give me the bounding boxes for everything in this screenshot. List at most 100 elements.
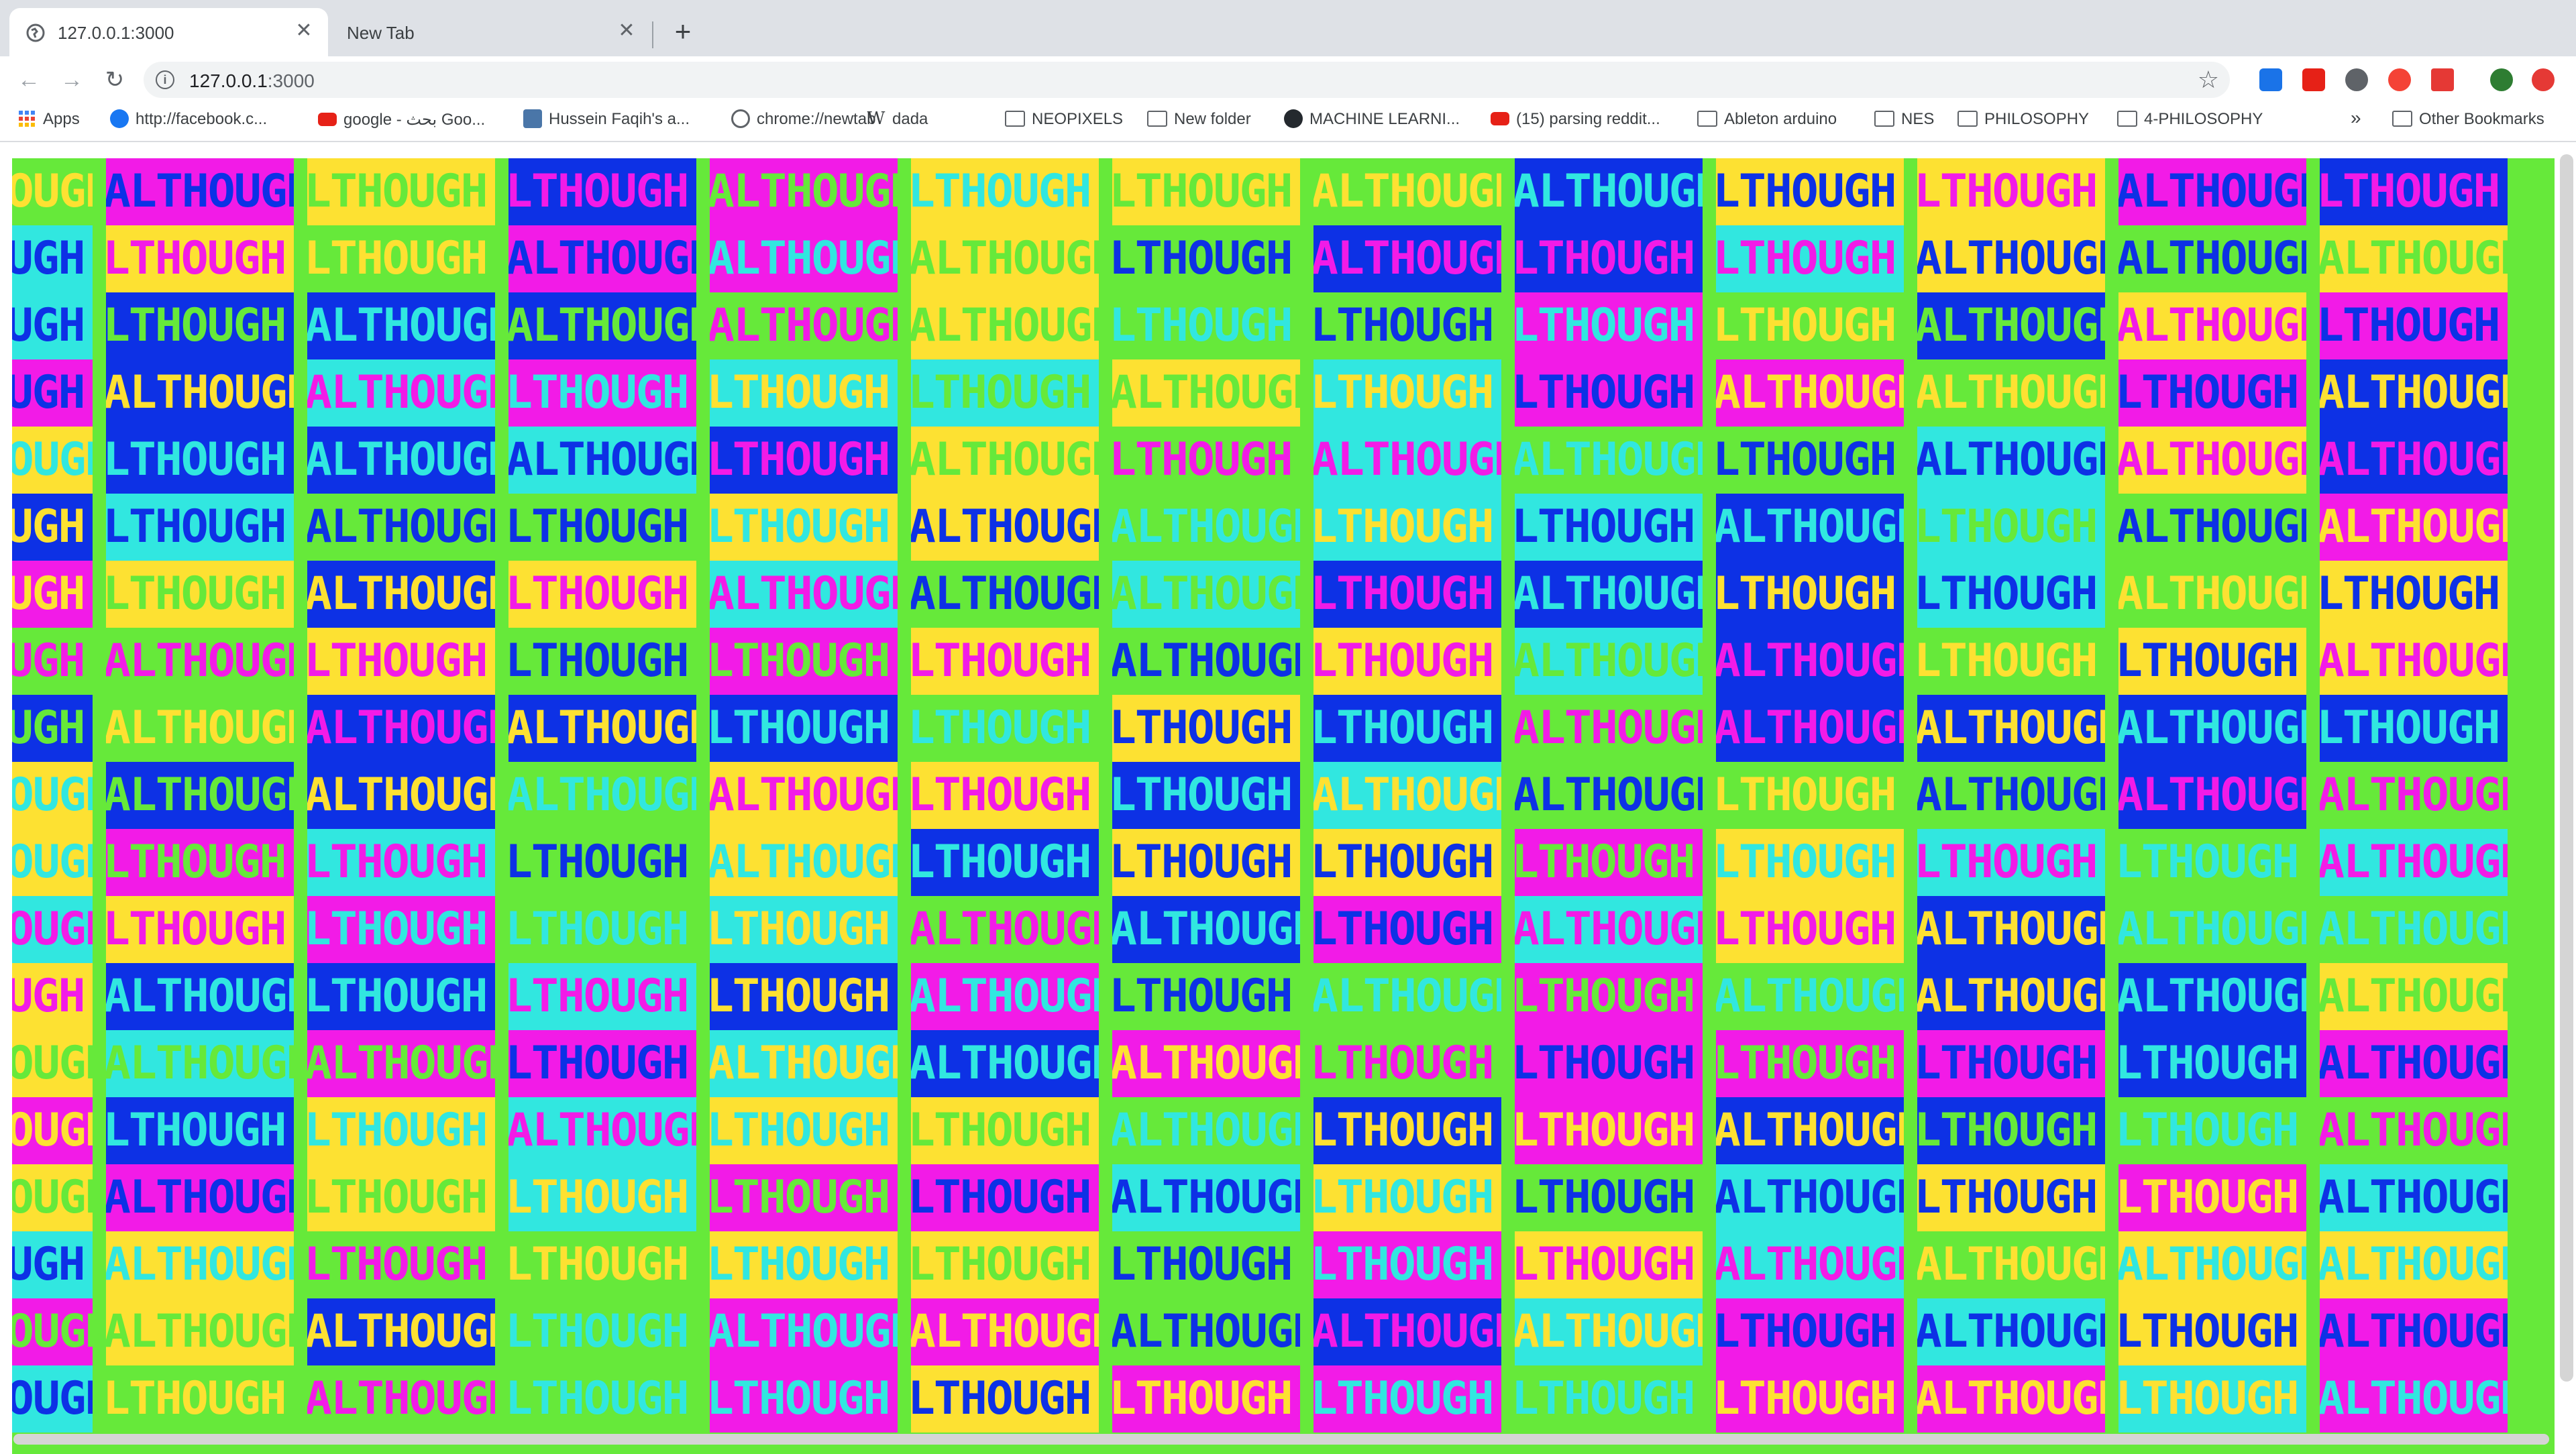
- bookmark-parsing-reddit[interactable]: (15) parsing reddit...: [1491, 110, 1660, 134]
- art-cell: ALTHOUGH: [1917, 695, 2105, 762]
- art-cell: ALTHOUGH: [1716, 896, 1904, 963]
- bookmark-machine-learning[interactable]: MACHINE LEARNI...: [1284, 109, 1460, 134]
- art-cell: ALTHOUGH: [307, 225, 495, 292]
- bookmark-neopixels[interactable]: NEOPIXELS: [1005, 110, 1123, 134]
- art-cell: ALTHOUGH: [1515, 1231, 1703, 1298]
- back-button[interactable]: ←: [13, 64, 44, 95]
- horizontal-scrollbar[interactable]: [13, 1434, 2549, 1445]
- art-cell: ALTHOUGH: [2118, 1097, 2306, 1164]
- art-cell: ALTHOUGH: [12, 359, 93, 427]
- url-text[interactable]: 127.0.0.1:3000: [189, 70, 315, 92]
- folder-icon: [2117, 110, 2137, 127]
- art-cell: ALTHOUGH: [1716, 359, 1904, 427]
- folder-icon: [2392, 110, 2412, 127]
- bookmark-star-icon[interactable]: ☆: [2198, 66, 2219, 94]
- tab-separator: [652, 21, 653, 48]
- extension-red-icon[interactable]: [2431, 68, 2454, 91]
- althrough-word: ALTHOUGH: [12, 634, 86, 687]
- althrough-word: ALTHOUGH: [12, 1372, 93, 1425]
- extension-stop-icon[interactable]: [2532, 68, 2555, 91]
- althrough-word: ALTHOUGH: [508, 970, 690, 1023]
- site-info-icon[interactable]: i: [156, 70, 174, 89]
- art-cell: ALTHOUGH: [106, 1030, 294, 1097]
- althrough-word: ALTHOUGH: [1716, 1104, 1904, 1157]
- art-cell: ALTHOUGH: [1112, 829, 1300, 896]
- bookmark-google[interactable]: google - بحث Goo...: [318, 110, 485, 134]
- althrough-word: ALTHOUGH: [1515, 1372, 1696, 1425]
- art-cell: ALTHOUGH: [1112, 494, 1300, 561]
- althrough-word: ALTHOUGH: [307, 634, 488, 687]
- althrough-word: ALTHOUGH: [2320, 970, 2508, 1023]
- other-bookmarks[interactable]: Other Bookmarks: [2392, 110, 2544, 134]
- art-cell: ALTHOUGH: [1313, 695, 1501, 762]
- art-cell: ALTHOUGH: [2118, 1298, 2306, 1365]
- art-cell: ALTHOUGH: [2320, 494, 2508, 561]
- althrough-word: ALTHOUGH: [2320, 634, 2508, 687]
- bookmark-philosophy[interactable]: PHILOSOPHY: [1957, 110, 2089, 134]
- tab-active[interactable]: 127.0.0.1:3000 ✕: [9, 8, 328, 56]
- art-cell: ALTHOUGH: [106, 1231, 294, 1298]
- browser-toolbar: ← → ↻ i 127.0.0.1:3000 ☆: [0, 56, 2576, 103]
- art-cell: ALTHOUGH: [1716, 1164, 1904, 1231]
- bookmark-label: Apps: [43, 110, 80, 128]
- bookmark-label: http://facebook.c...: [136, 110, 268, 128]
- bookmarks-overflow-button[interactable]: »: [2351, 107, 2361, 131]
- profile-avatar[interactable]: [2490, 68, 2513, 91]
- art-cell: ALTHOUGH: [911, 427, 1099, 494]
- althrough-word: ALTHOUGH: [1313, 769, 1501, 822]
- bookmark-ableton-arduino[interactable]: Ableton arduino: [1697, 110, 1837, 134]
- bookmark-dada[interactable]: Wdada: [867, 109, 928, 134]
- althrough-word: ALTHOUGH: [106, 1372, 287, 1425]
- art-cell: ALTHOUGH: [1112, 628, 1300, 695]
- reload-button[interactable]: ↻: [99, 64, 130, 95]
- art-cell: ALTHOUGH: [1515, 158, 1703, 225]
- althrough-word: ALTHOUGH: [1515, 1104, 1696, 1157]
- althrough-word: ALTHOUGH: [911, 634, 1092, 687]
- close-tab-icon[interactable]: ✕: [290, 17, 317, 44]
- althrough-word: ALTHOUGH: [710, 634, 891, 687]
- art-cell: ALTHOUGH: [307, 494, 495, 561]
- althrough-word: ALTHOUGH: [1313, 1372, 1495, 1425]
- althrough-word: ALTHOUGH: [2320, 1305, 2508, 1358]
- art-cell: ALTHOUGH: [710, 963, 898, 1030]
- bookmark-apps[interactable]: Apps: [17, 110, 80, 134]
- bookmark-newtab[interactable]: chrome://newtab: [731, 109, 875, 134]
- althrough-word: ALTHOUGH: [2320, 903, 2508, 956]
- art-cell: ALTHOUGH: [710, 1164, 898, 1231]
- althrough-word: ALTHOUGH: [911, 1372, 1092, 1425]
- vertical-scrollbar[interactable]: [2560, 154, 2573, 1382]
- close-tab-icon[interactable]: ✕: [613, 17, 640, 44]
- bookmark-facebook[interactable]: http://facebook.c...: [110, 109, 268, 134]
- extension-youtube-icon[interactable]: [2302, 68, 2325, 91]
- althrough-word: ALTHOUGH: [1716, 903, 1897, 956]
- althrough-word: ALTHOUGH: [106, 567, 287, 620]
- art-cell: ALTHOUGH: [1515, 561, 1703, 628]
- althrough-word: ALTHOUGH: [12, 769, 93, 822]
- new-tab-button[interactable]: +: [667, 16, 699, 48]
- bookmark-nes[interactable]: NES: [1874, 110, 1934, 134]
- bookmark-new-folder[interactable]: New folder: [1147, 110, 1251, 134]
- forward-button[interactable]: →: [56, 64, 87, 95]
- bookmark-hussein[interactable]: Hussein Faqih's a...: [523, 109, 690, 134]
- extension-avatar-icon[interactable]: [2345, 68, 2368, 91]
- address-bar[interactable]: i 127.0.0.1:3000 ☆: [144, 62, 2230, 98]
- althrough-word: ALTHOUGH: [1112, 1305, 1300, 1358]
- althrough-word: ALTHOUGH: [1313, 232, 1501, 285]
- art-cell: ALTHOUGH: [710, 225, 898, 292]
- althrough-word: ALTHOUGH: [1917, 1372, 2105, 1425]
- art-cell: ALTHOUGH: [1112, 695, 1300, 762]
- althrough-word: ALTHOUGH: [1112, 433, 1293, 486]
- tab-new-tab[interactable]: New Tab ✕: [332, 8, 651, 56]
- althrough-word: ALTHOUGH: [710, 165, 898, 218]
- extension-instagram-icon[interactable]: [2388, 68, 2411, 91]
- althrough-word: ALTHOUGH: [1917, 366, 2105, 419]
- art-cell: ALTHOUGH: [1313, 158, 1501, 225]
- bookmark-4-philosophy[interactable]: 4-PHILOSOPHY: [2117, 110, 2263, 134]
- art-cell: ALTHOUGH: [12, 292, 93, 359]
- extension-chart-icon[interactable]: [2259, 68, 2282, 91]
- althrough-word: ALTHOUGH: [12, 299, 86, 352]
- art-cell: ALTHOUGH: [12, 1298, 93, 1365]
- art-cell: ALTHOUGH: [307, 158, 495, 225]
- althrough-word: ALTHOUGH: [2320, 769, 2508, 822]
- althrough-word: ALTHOUGH: [1112, 702, 1293, 754]
